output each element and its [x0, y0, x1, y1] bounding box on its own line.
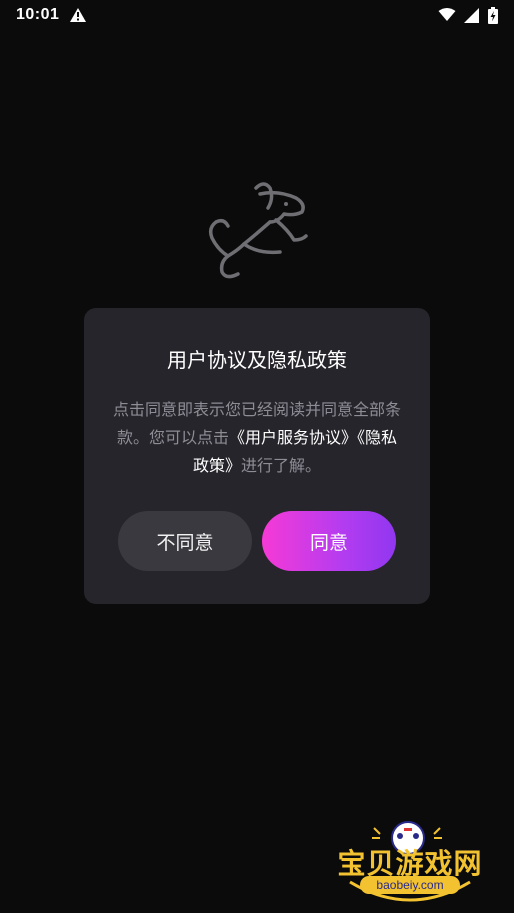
privacy-dialog: 用户协议及隐私政策 点击同意即表示您已经阅读并同意全部条款。您可以点击《用户服务…	[84, 308, 430, 604]
status-time: 10:01	[16, 6, 60, 23]
warning-icon	[69, 7, 87, 23]
dialog-body: 点击同意即表示您已经阅读并同意全部条款。您可以点击《用户服务协议》《隐私政策》进…	[112, 396, 402, 480]
dialog-title: 用户协议及隐私政策	[167, 348, 347, 372]
watermark-logo: 宝贝游戏网 baobeiy.com	[336, 818, 484, 908]
disagree-button[interactable]: 不同意	[118, 511, 252, 571]
app-logo	[198, 178, 316, 288]
status-bar: 10:01	[0, 0, 514, 30]
user-agreement-link[interactable]: 《用户服务协议》	[229, 428, 357, 447]
agree-button[interactable]: 同意	[262, 511, 396, 571]
wifi-icon	[438, 8, 456, 22]
dialog-body-text-2: 进行了解。	[241, 456, 322, 475]
signal-icon	[464, 7, 480, 23]
battery-charging-icon	[488, 6, 498, 24]
watermark-url: baobeiy.com	[360, 876, 460, 894]
